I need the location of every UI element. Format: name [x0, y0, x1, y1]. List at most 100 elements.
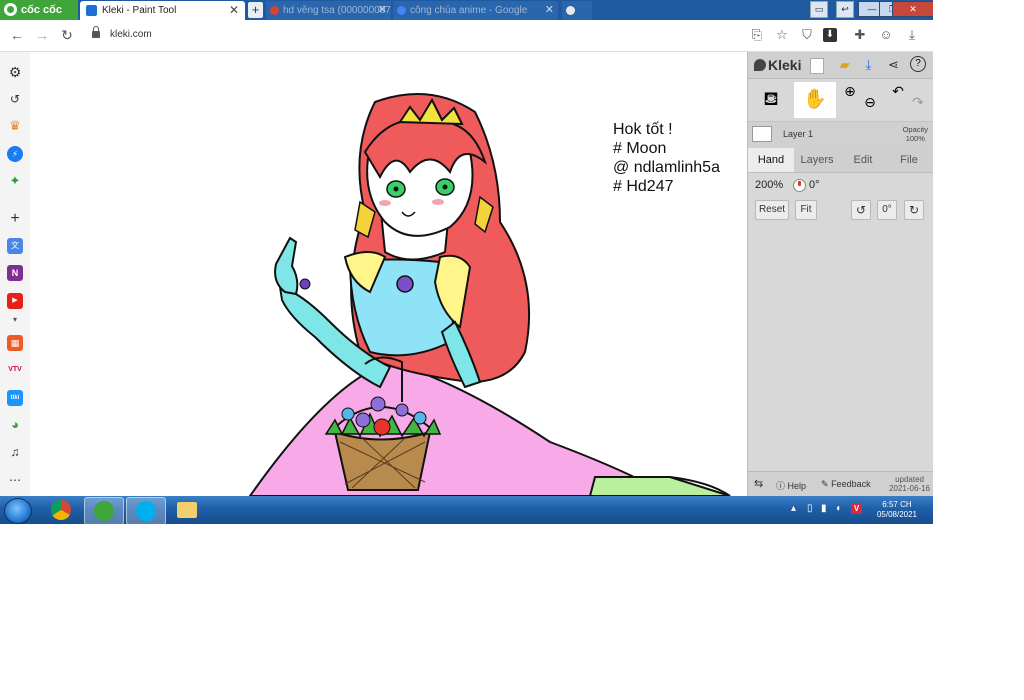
crown-icon[interactable]: ♛ [7, 118, 23, 134]
more-options-icon[interactable]: ⋯ [7, 472, 23, 488]
angle-reset-button[interactable]: 0° [877, 200, 897, 220]
zoom-level: 200% [755, 179, 784, 191]
onenote-icon[interactable]: N [7, 265, 23, 281]
taskbar-skype[interactable] [126, 497, 166, 524]
help-circle-icon[interactable]: ? [910, 56, 926, 72]
url-text[interactable]: kleki.com [110, 29, 152, 40]
site-favicon-icon [566, 6, 575, 15]
forward-arrow-icon[interactable]: → [33, 26, 51, 44]
back-small-icon[interactable]: ↩ [836, 1, 854, 18]
translate-small-icon[interactable]: ▭ [810, 1, 828, 18]
tray-expand-icon[interactable]: ▴ [791, 503, 796, 514]
panel-footer: ⇆ ⓘ Help ✎ Feedback updated 2021-06-16 [748, 471, 933, 497]
rotation-angle: 0° [809, 179, 820, 191]
add-sidebar-item-icon[interactable]: + [7, 211, 23, 227]
windows-taskbar: ▴ ▯ ▮ ◖ V 6:57 CH 05/08/2021 [0, 496, 933, 524]
tab-title: hd vẽng tsa (000000007 và t [283, 5, 391, 16]
signature-line: @ ndlamlinh5a [613, 159, 720, 176]
kleki-panel: Kleki ▰ ⤓ ⋖ ? ⛾ ✋ ⊕ ⊖ ↶ ↷ Layer 1 Opacit… [747, 52, 933, 497]
kleki-logo[interactable]: Kleki [754, 57, 801, 73]
taskbar-clock[interactable]: 6:57 CH 05/08/2021 [877, 500, 917, 520]
window-close-button[interactable]: ✕ [892, 1, 933, 17]
reset-button[interactable]: Reset [755, 200, 789, 220]
tab-close-icon[interactable]: ✕ [545, 1, 554, 20]
network-icon[interactable]: ▮ [821, 503, 827, 514]
chat-icon[interactable]: ◕ [7, 417, 23, 433]
tab-background-3[interactable] [562, 1, 592, 20]
account-icon[interactable]: ☺ [878, 27, 894, 43]
rotate-left-icon[interactable]: ↺ [851, 200, 871, 220]
paint-bucket-icon[interactable]: ⛾ [750, 82, 792, 118]
extensions-puzzle-icon[interactable]: ✚ [852, 27, 868, 43]
back-arrow-icon[interactable]: ← [8, 26, 26, 44]
chevron-down-icon[interactable]: ▾ [7, 312, 23, 328]
volume-icon[interactable]: ◖ [835, 503, 841, 514]
tab-layers[interactable]: Layers [794, 148, 840, 172]
taskbar-coccoc[interactable] [84, 497, 124, 524]
chrome-icon [51, 500, 71, 520]
download-video-icon[interactable]: ⬇ [823, 28, 837, 42]
rotate-right-icon[interactable]: ↻ [904, 200, 924, 220]
tab-background-2[interactable]: công chúa anime - Google ✕ [393, 1, 558, 20]
drawing-canvas[interactable]: Hok tốt ! # Moon @ ndlamlinh5a # Hd247 [30, 52, 746, 496]
coccoc-menu-button[interactable]: cốc cốc [0, 0, 78, 20]
settings-gear-icon[interactable]: ⚙ [7, 64, 23, 80]
princess-drawing [248, 93, 731, 496]
history-icon[interactable]: ↺ [7, 91, 23, 107]
skype-icon [136, 501, 156, 521]
tab-file[interactable]: File [886, 148, 932, 172]
downloads-icon[interactable]: ⤓ [904, 27, 920, 43]
bookmark-star-icon[interactable]: ☆ [774, 27, 790, 43]
lock-icon [92, 26, 100, 39]
tiki-icon[interactable]: tiki [7, 390, 23, 406]
translate-sidebar-icon[interactable]: 文 [7, 238, 23, 254]
taskbar-chrome[interactable] [42, 497, 80, 523]
tab-kleki[interactable]: Kleki - Paint Tool ✕ [80, 1, 245, 20]
tab-hand[interactable]: Hand [748, 148, 794, 172]
feedback-icon: ✎ [821, 479, 829, 489]
layer-opacity[interactable]: Opacity 100% [903, 125, 928, 143]
help-icon: ⓘ [776, 481, 786, 491]
vtv-icon[interactable]: VTV [7, 362, 23, 378]
clock-time: 6:57 CH [882, 500, 912, 509]
shopping-icon[interactable]: ▦ [7, 335, 23, 351]
youtube-icon[interactable]: ▶ [7, 293, 23, 309]
start-button[interactable] [4, 498, 32, 524]
tab-edit[interactable]: Edit [840, 148, 886, 172]
messenger-icon[interactable]: ⚡ [7, 146, 23, 162]
notification-bell-icon[interactable]: ♫ [7, 444, 23, 460]
address-bar: ← → ↻ kleki.com ⎘ ☆ ⛉ ⬇ ✚ ☺ ⤓ [0, 20, 933, 52]
opacity-label: Opacity [902, 125, 928, 134]
game-controller-icon[interactable]: ✦ [7, 173, 23, 189]
battery-icon[interactable]: ▯ [807, 503, 813, 514]
reload-icon[interactable]: ↻ [58, 26, 76, 44]
tab-background-1[interactable]: hd vẽng tsa (000000007 và t ✕ [266, 1, 391, 20]
feedback-link[interactable]: ✎ Feedback [821, 479, 871, 490]
layer-row[interactable]: Layer 1 Opacity 100% [748, 122, 933, 149]
share-icon[interactable]: ⋖ [885, 56, 902, 73]
tab-close-icon[interactable]: ✕ [378, 1, 387, 20]
antivirus-icon[interactable]: V [851, 503, 862, 514]
browser-tab-bar: cốc cốc Kleki - Paint Tool ✕ + hd vẽng t… [0, 0, 933, 20]
new-image-icon[interactable] [810, 58, 824, 74]
help-label: Help [787, 481, 807, 491]
swap-sides-icon[interactable]: ⇆ [754, 477, 763, 490]
kleki-toolbar: Kleki ▰ ⤓ ⋖ ? [748, 52, 933, 79]
coccoc-logo-icon [4, 3, 17, 16]
signature-line: # Moon [613, 140, 667, 157]
tab-close-icon[interactable]: ✕ [229, 1, 239, 20]
kleki-logo-text: Kleki [768, 57, 802, 73]
save-download-icon[interactable]: ⤓ [860, 56, 877, 73]
new-tab-button[interactable]: + [248, 2, 263, 18]
undo-icon[interactable]: ↶ [888, 82, 908, 118]
shield-icon[interactable]: ⛉ [799, 27, 815, 43]
hand-tool-icon[interactable]: ✋ [794, 82, 836, 118]
fit-button[interactable]: Fit [795, 200, 817, 220]
updated-label: updated [895, 475, 924, 484]
help-link[interactable]: ⓘ Help [776, 479, 806, 492]
translate-icon[interactable]: ⎘ [749, 27, 765, 43]
open-folder-icon[interactable]: ▰ [836, 56, 853, 73]
taskbar-explorer[interactable] [168, 497, 206, 523]
zoom-in-icon[interactable]: ⊕ [840, 82, 860, 118]
kleki-logo-icon [754, 59, 766, 71]
